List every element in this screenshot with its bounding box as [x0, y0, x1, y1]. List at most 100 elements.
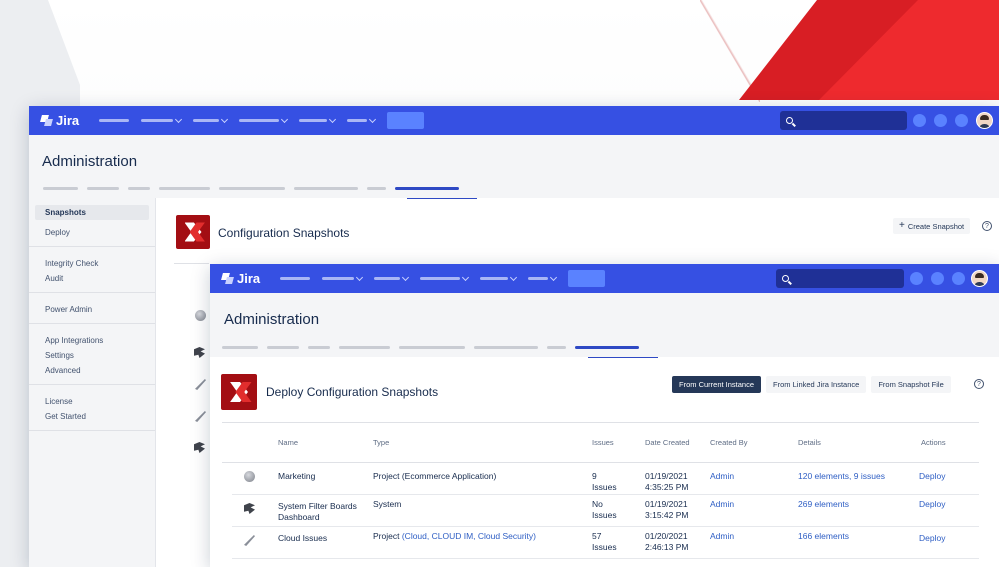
nav-item-placeholder[interactable] [280, 277, 311, 280]
admin-sidebar: Snapshots Deploy Integrity Check Audit P… [29, 198, 156, 567]
feather-icon [195, 411, 206, 422]
tab-placeholder[interactable] [267, 346, 299, 349]
avatar[interactable] [971, 270, 988, 287]
section-title: Deploy Configuration Snapshots [266, 385, 439, 399]
chevron-down-icon [402, 273, 410, 281]
row-issues-label: Issues [592, 542, 617, 552]
sidebar-group: License Get Started [29, 391, 155, 431]
board-icon [194, 347, 205, 358]
jira-brand-text: Jira [56, 113, 80, 128]
nav-dropdown[interactable] [347, 115, 377, 123]
settings-icon[interactable] [952, 272, 965, 285]
tab-placeholder[interactable] [222, 346, 258, 349]
tab-placeholder[interactable] [159, 187, 210, 190]
row-issues-count: 57 [592, 531, 602, 541]
row-issues-count: No [592, 499, 603, 509]
nav-dropdown[interactable] [299, 115, 337, 123]
tab-placeholder[interactable] [128, 187, 150, 190]
create-snapshot-button[interactable]: + Create Snapshot [893, 218, 971, 234]
tab-placeholder[interactable] [294, 187, 358, 190]
sidebar-item-integrity-check[interactable]: Integrity Check [35, 256, 149, 271]
tab-placeholder[interactable] [87, 187, 119, 190]
tab-active[interactable] [395, 187, 459, 190]
avatar[interactable] [976, 112, 993, 129]
sidebar-item-app-integrations[interactable]: App Integrations [35, 333, 149, 348]
chevron-down-icon [462, 273, 470, 281]
row-type-project-links[interactable]: (Cloud, CLOUD IM, Cloud Security) [402, 531, 536, 541]
tab-placeholder[interactable] [43, 187, 78, 190]
deploy-button[interactable]: Deploy [919, 499, 945, 510]
jira-logo-icon [41, 115, 52, 126]
deploy-button[interactable]: Deploy [919, 471, 945, 482]
sidebar-item-settings[interactable]: Settings [35, 348, 149, 363]
row-issues-count: 9 [592, 471, 597, 481]
nav-dropdown[interactable] [528, 273, 558, 281]
sidebar-item-audit[interactable]: Audit [35, 271, 149, 286]
settings-icon[interactable] [955, 114, 968, 127]
nav-dropdown[interactable] [322, 273, 364, 281]
notifications-icon[interactable] [913, 114, 926, 127]
chevron-down-icon [550, 273, 558, 281]
column-header-created-by[interactable]: Created By [710, 438, 748, 447]
row-type: Project (Cloud, CLOUD IM, Cloud Security… [373, 531, 536, 542]
search-input[interactable] [780, 111, 907, 130]
help-circle-icon[interactable]: ? [974, 379, 984, 389]
sidebar-item-snapshots[interactable]: Snapshots [35, 205, 149, 220]
create-button[interactable] [568, 270, 606, 287]
sidebar-item-deploy[interactable]: Deploy [35, 225, 149, 240]
tab-placeholder[interactable] [308, 346, 330, 349]
nav-dropdown[interactable] [239, 115, 289, 123]
nav-dropdown[interactable] [374, 273, 410, 281]
active-tab-underline [407, 198, 477, 199]
tab-active[interactable] [575, 346, 639, 349]
column-header-details[interactable]: Details [798, 438, 821, 447]
from-snapshot-file-button[interactable]: From Snapshot File [871, 376, 951, 393]
tab-placeholder[interactable] [547, 346, 566, 349]
admin-tabs [43, 187, 459, 190]
search-icon [782, 275, 789, 282]
sidebar-item-advanced[interactable]: Advanced [35, 363, 149, 378]
search-input[interactable] [776, 269, 904, 288]
row-details-link[interactable]: 166 elements [798, 531, 849, 542]
column-header-date-created[interactable]: Date Created [645, 438, 690, 447]
nav-item-placeholder[interactable] [99, 119, 130, 122]
nav-dropdown[interactable] [480, 273, 518, 281]
help-icon[interactable] [934, 114, 947, 127]
column-header-name[interactable]: Name [278, 438, 298, 447]
row-created-by-link[interactable]: Admin [710, 531, 734, 542]
chevron-down-icon [221, 115, 229, 123]
notifications-icon[interactable] [910, 272, 923, 285]
column-header-type[interactable]: Type [373, 438, 389, 447]
column-header-issues[interactable]: Issues [592, 438, 614, 447]
tab-placeholder[interactable] [219, 187, 285, 190]
from-linked-instance-button[interactable]: From Linked Jira Instance [766, 376, 867, 393]
tab-placeholder[interactable] [399, 346, 465, 349]
row-date: 01/20/2021 [645, 531, 688, 541]
deploy-button[interactable]: Deploy [919, 533, 945, 544]
tab-placeholder[interactable] [474, 346, 538, 349]
sidebar-item-get-started[interactable]: Get Started [35, 409, 149, 424]
table-header: Name Type Issues Date Created Created By… [222, 423, 979, 463]
nav-dropdown[interactable] [141, 115, 183, 123]
jira-logo[interactable]: Jira [41, 113, 79, 128]
column-header-actions[interactable]: Actions [921, 438, 946, 447]
sidebar-item-power-admin[interactable]: Power Admin [35, 302, 149, 317]
nav-dropdown[interactable] [420, 273, 470, 281]
sidebar-group: App Integrations Settings Advanced [29, 330, 155, 385]
tab-placeholder[interactable] [367, 187, 386, 190]
chevron-down-icon [510, 273, 518, 281]
tab-placeholder[interactable] [339, 346, 390, 349]
row-created-by-link[interactable]: Admin [710, 499, 734, 510]
row-created-by-link[interactable]: Admin [710, 471, 734, 482]
from-current-instance-button[interactable]: From Current Instance [672, 376, 762, 393]
sidebar-group: Snapshots Deploy [29, 205, 155, 247]
create-button[interactable] [387, 112, 425, 129]
row-details-link[interactable]: 269 elements [798, 499, 849, 510]
sidebar-item-license[interactable]: License [35, 394, 149, 409]
jira-logo[interactable]: Jira [222, 271, 260, 286]
nav-dropdown[interactable] [193, 115, 229, 123]
row-details-link[interactable]: 120 elements, 9 issues [798, 471, 885, 482]
help-icon[interactable] [931, 272, 944, 285]
chevron-down-icon [369, 115, 377, 123]
help-circle-icon[interactable]: ? [982, 221, 992, 231]
